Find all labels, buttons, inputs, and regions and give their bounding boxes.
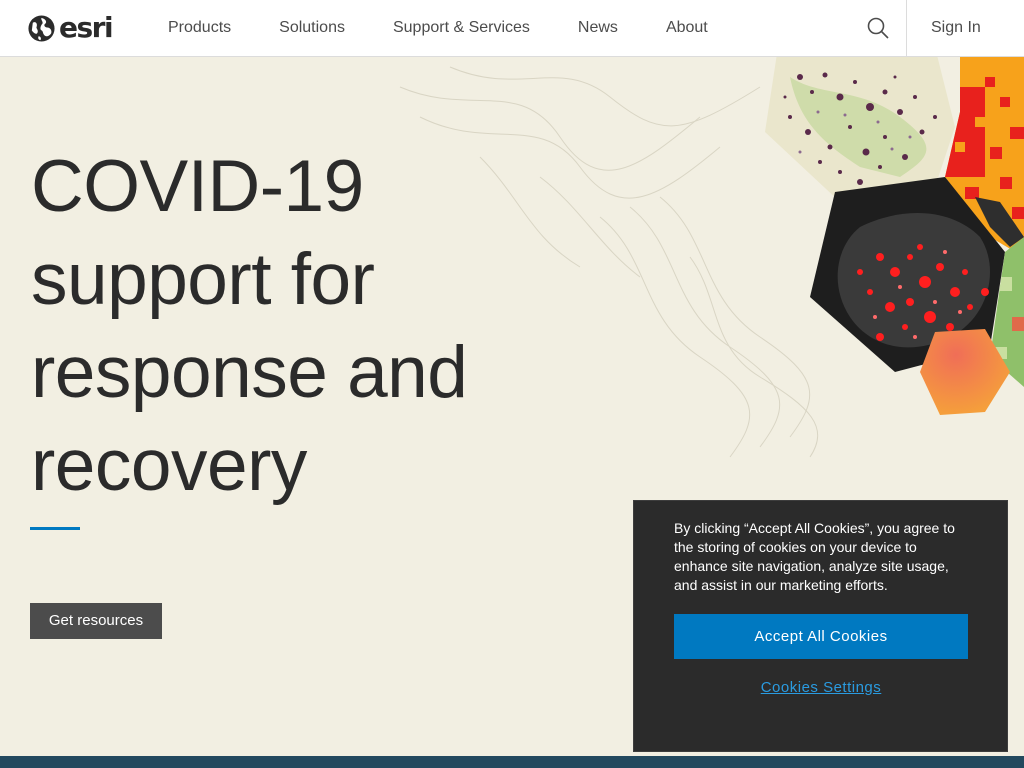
- cookies-settings-link[interactable]: Cookies Settings: [674, 679, 968, 696]
- hero-title-line-4: recovery: [31, 425, 307, 506]
- search-button[interactable]: [860, 12, 896, 44]
- hero-title-line-2: support for: [31, 239, 375, 320]
- cookie-consent-text: By clicking “Accept All Cookies”, you ag…: [674, 520, 955, 593]
- nav-support-services[interactable]: Support & Services: [369, 19, 554, 37]
- hero-title-line-3: response and: [31, 332, 468, 413]
- main-nav: Products Solutions Support & Services Ne…: [144, 0, 732, 56]
- hero-accent-rule: [30, 527, 80, 530]
- globe-logo-icon: [28, 14, 55, 42]
- nav-about[interactable]: About: [642, 19, 732, 37]
- esri-logo[interactable]: esri: [27, 11, 114, 44]
- footer-bar: [0, 756, 1024, 768]
- get-resources-button[interactable]: Get resources: [30, 603, 162, 639]
- nav-solutions[interactable]: Solutions: [255, 19, 369, 37]
- search-icon: [867, 17, 889, 39]
- header-divider: [906, 0, 907, 56]
- cookie-consent-panel: By clicking “Accept All Cookies”, you ag…: [633, 500, 1008, 752]
- hero-title-line-1: COVID-19: [31, 146, 364, 227]
- nav-products[interactable]: Products: [144, 19, 255, 37]
- accept-all-cookies-button[interactable]: Accept All Cookies: [674, 614, 968, 659]
- hero-title: COVID-19 support for response and recove…: [31, 140, 551, 512]
- logo-wordmark: esri: [59, 11, 114, 44]
- sign-in-link[interactable]: Sign In: [931, 0, 981, 56]
- nav-news[interactable]: News: [554, 19, 642, 37]
- site-header: esri Products Solutions Support & Servic…: [0, 0, 1024, 57]
